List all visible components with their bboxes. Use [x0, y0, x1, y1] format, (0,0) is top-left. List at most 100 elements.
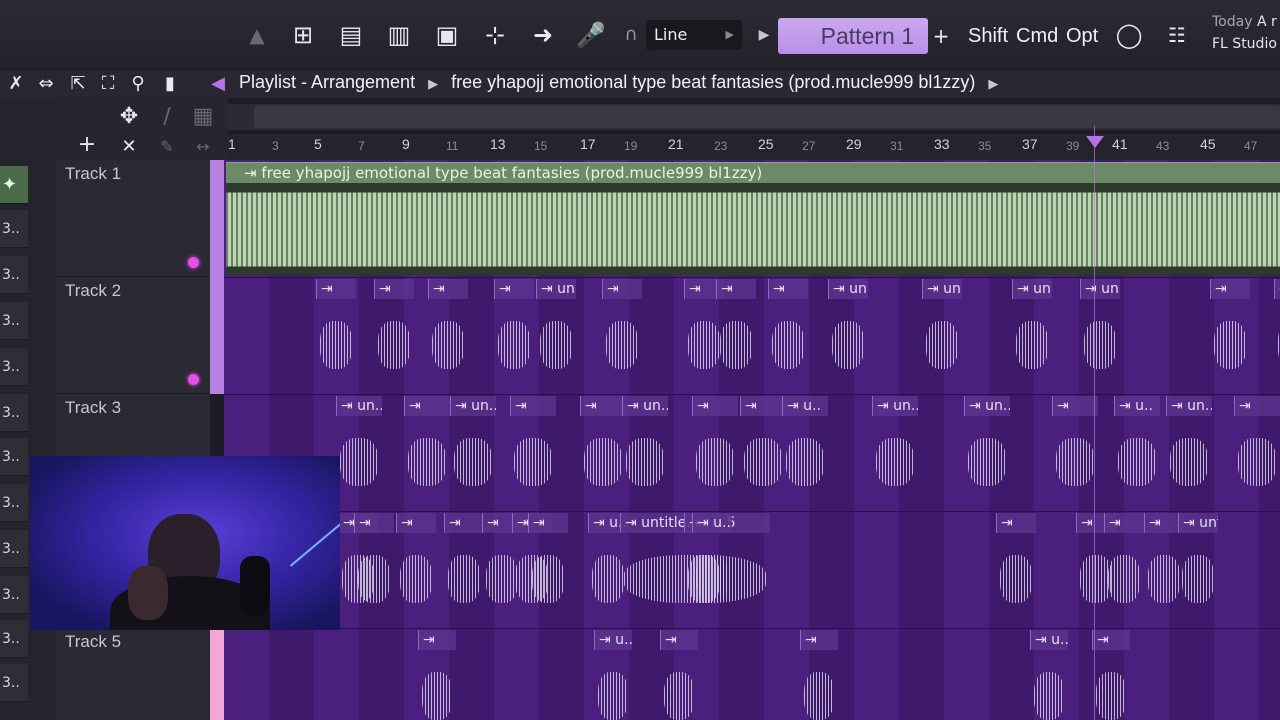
slip-tool-icon[interactable]: ⇔	[32, 70, 60, 98]
cmd-button[interactable]: Cmd	[1016, 20, 1058, 52]
mute-tool-icon[interactable]: ✗	[2, 70, 30, 98]
audio-slice[interactable]: ⇥ un..	[336, 396, 382, 509]
audio-slice[interactable]: ⇥	[418, 630, 456, 720]
zoom-icon[interactable]: ⚲	[124, 70, 152, 98]
audio-slice[interactable]: ⇥	[510, 396, 556, 509]
picker-item[interactable]: 3..	[0, 664, 28, 702]
track-header-1[interactable]: Track 1	[56, 160, 210, 277]
audio-slice[interactable]: ⇥	[716, 279, 756, 392]
audio-slice[interactable]: ⇥ u..	[692, 513, 732, 626]
audio-slice[interactable]: ⇥	[1234, 396, 1280, 509]
slice-waveform	[1000, 555, 1032, 603]
picker-item[interactable]: 3..	[0, 484, 28, 522]
picker-item[interactable]: 3..	[0, 530, 28, 568]
picker-item[interactable]: 3..	[0, 210, 28, 248]
horizontal-scrollbar[interactable]	[254, 106, 1280, 128]
audio-slice[interactable]: ⇥	[1104, 513, 1144, 626]
track-header-2[interactable]: Track 2	[56, 277, 210, 394]
audio-slice[interactable]: ⇥	[528, 513, 568, 626]
audio-slice[interactable]: ⇥ un..	[964, 396, 1010, 509]
snap-magnet-icon[interactable]: ✥	[116, 104, 142, 130]
audio-slice[interactable]: ⇥	[444, 513, 484, 626]
select-tool-icon[interactable]: ⇱	[64, 70, 92, 98]
picker-item[interactable]: 3..	[0, 348, 28, 386]
audio-slice[interactable]: ⇥	[428, 279, 468, 392]
audio-slice[interactable]: ⇥ u..	[594, 630, 632, 720]
audio-slice[interactable]: ⇥	[1052, 396, 1098, 509]
picker-item[interactable]: 3..	[0, 576, 28, 614]
piano-roll-icon[interactable]: ▥	[382, 18, 416, 52]
headphones-icon[interactable]: ∩	[614, 18, 648, 52]
audio-slice[interactable]: ⇥ un..	[450, 396, 496, 509]
audio-slice[interactable]: ⇥	[800, 630, 838, 720]
audio-slice[interactable]: ⇥ un..	[1080, 279, 1120, 392]
channel-rack-icon[interactable]: ▤	[334, 18, 368, 52]
playback-tool-icon[interactable]: ▮	[156, 70, 184, 98]
shop-cart-icon[interactable]: ☷	[1160, 18, 1194, 52]
picker-item[interactable]: 3..	[0, 438, 28, 476]
audio-slice[interactable]: ⇥	[768, 279, 808, 392]
timeline-ruler[interactable]: 1 3 5 7 9 11 13 15 17 19 21 23 25 27 29 …	[228, 134, 1280, 160]
audio-slice[interactable]: ⇥	[316, 279, 356, 392]
opt-button[interactable]: Opt	[1066, 20, 1098, 52]
audio-slice[interactable]: ⇥	[354, 513, 394, 626]
shift-button[interactable]: Shift	[968, 20, 1008, 52]
track-header-5[interactable]: Track 5	[56, 628, 210, 720]
audio-slice[interactable]: ⇥ un..	[622, 396, 668, 509]
audio-slice[interactable]: ⇥	[1092, 630, 1130, 720]
audio-slice[interactable]: ⇥	[494, 279, 534, 392]
add-pattern-button[interactable]: +	[928, 18, 954, 54]
playlist-grid[interactable]: ⇥ free yhapojj emotional type beat fanta…	[224, 160, 1280, 720]
pencil-icon[interactable]: ✎	[154, 134, 180, 160]
audio-slice[interactable]: ⇥	[396, 513, 436, 626]
audio-slice[interactable]: ⇥ un..	[536, 279, 576, 392]
picker-audio-icon[interactable]: ✦	[0, 166, 28, 204]
audio-clip-track1[interactable]: ⇥ free yhapojj emotional type beat fanta…	[226, 162, 1280, 276]
picker-item[interactable]: 3..	[0, 302, 28, 340]
picker-item[interactable]: 3..	[0, 394, 28, 432]
overview-bar[interactable]	[228, 104, 1280, 130]
picker-item[interactable]: 3..	[0, 256, 28, 294]
audio-slice[interactable]: ⇥ unti	[1178, 513, 1218, 626]
audio-slice[interactable]: ⇥ un..	[1166, 396, 1212, 509]
news-panel[interactable]: Today A r	[1212, 14, 1277, 30]
close-icon[interactable]: ✕	[116, 134, 142, 160]
play-icon[interactable]: ▶	[752, 20, 776, 50]
audio-slice[interactable]: ⇥ u..	[782, 396, 828, 509]
mixer-icon[interactable]: ⊹	[478, 18, 512, 52]
song-position-marker[interactable]	[1086, 136, 1104, 148]
slice-waveform	[876, 438, 914, 486]
picker-item[interactable]: 3..	[0, 620, 28, 658]
audio-slice[interactable]: ⇥ un..	[922, 279, 962, 392]
audio-slice[interactable]: ⇥	[374, 279, 414, 392]
stretch-icon[interactable]: ↔	[190, 134, 216, 160]
zoom-fit-icon[interactable]: ⛶	[94, 70, 122, 98]
audio-slice[interactable]: ⇥ u..	[1114, 396, 1160, 509]
audio-slice[interactable]: ⇥	[602, 279, 642, 392]
add-track-icon[interactable]: +	[74, 132, 100, 158]
audio-slice[interactable]: ⇥ un..2	[828, 279, 868, 392]
audio-slice[interactable]: ⇥ u..	[1030, 630, 1068, 720]
snap-icon[interactable]: ⊞	[286, 18, 320, 52]
link-icon[interactable]: ∕	[154, 104, 180, 130]
microphone-icon[interactable]: 🎤	[574, 18, 608, 52]
speaker-icon[interactable]: ◀	[204, 70, 232, 98]
snap-select[interactable]: Line ▶	[646, 20, 742, 50]
track-record-led[interactable]	[188, 374, 199, 385]
audio-slice[interactable]: ⇥	[660, 630, 698, 720]
help-bubble-icon[interactable]: ◯	[1112, 18, 1146, 52]
track-record-led[interactable]	[188, 257, 199, 268]
pattern-select[interactable]: Pattern 1	[778, 18, 928, 54]
audio-slice[interactable]: ⇥ un..	[1012, 279, 1052, 392]
audio-slice[interactable]: ⇥	[740, 396, 786, 509]
playlist-icon[interactable]: ▣	[430, 18, 464, 52]
audio-slice[interactable]: ⇥	[996, 513, 1036, 626]
audio-slice[interactable]: ⇥	[1210, 279, 1250, 392]
audio-slice[interactable]: ⇥	[692, 396, 738, 509]
audio-slice[interactable]: ⇥ un..	[872, 396, 918, 509]
arrow-right-icon[interactable]: ➜	[526, 18, 560, 52]
audio-slice[interactable]: ⇥	[404, 396, 450, 509]
audio-slice[interactable]: ⇥	[1274, 279, 1280, 392]
audio-slice[interactable]: ⇥	[580, 396, 626, 509]
grid-icon[interactable]: ▦	[190, 104, 216, 130]
